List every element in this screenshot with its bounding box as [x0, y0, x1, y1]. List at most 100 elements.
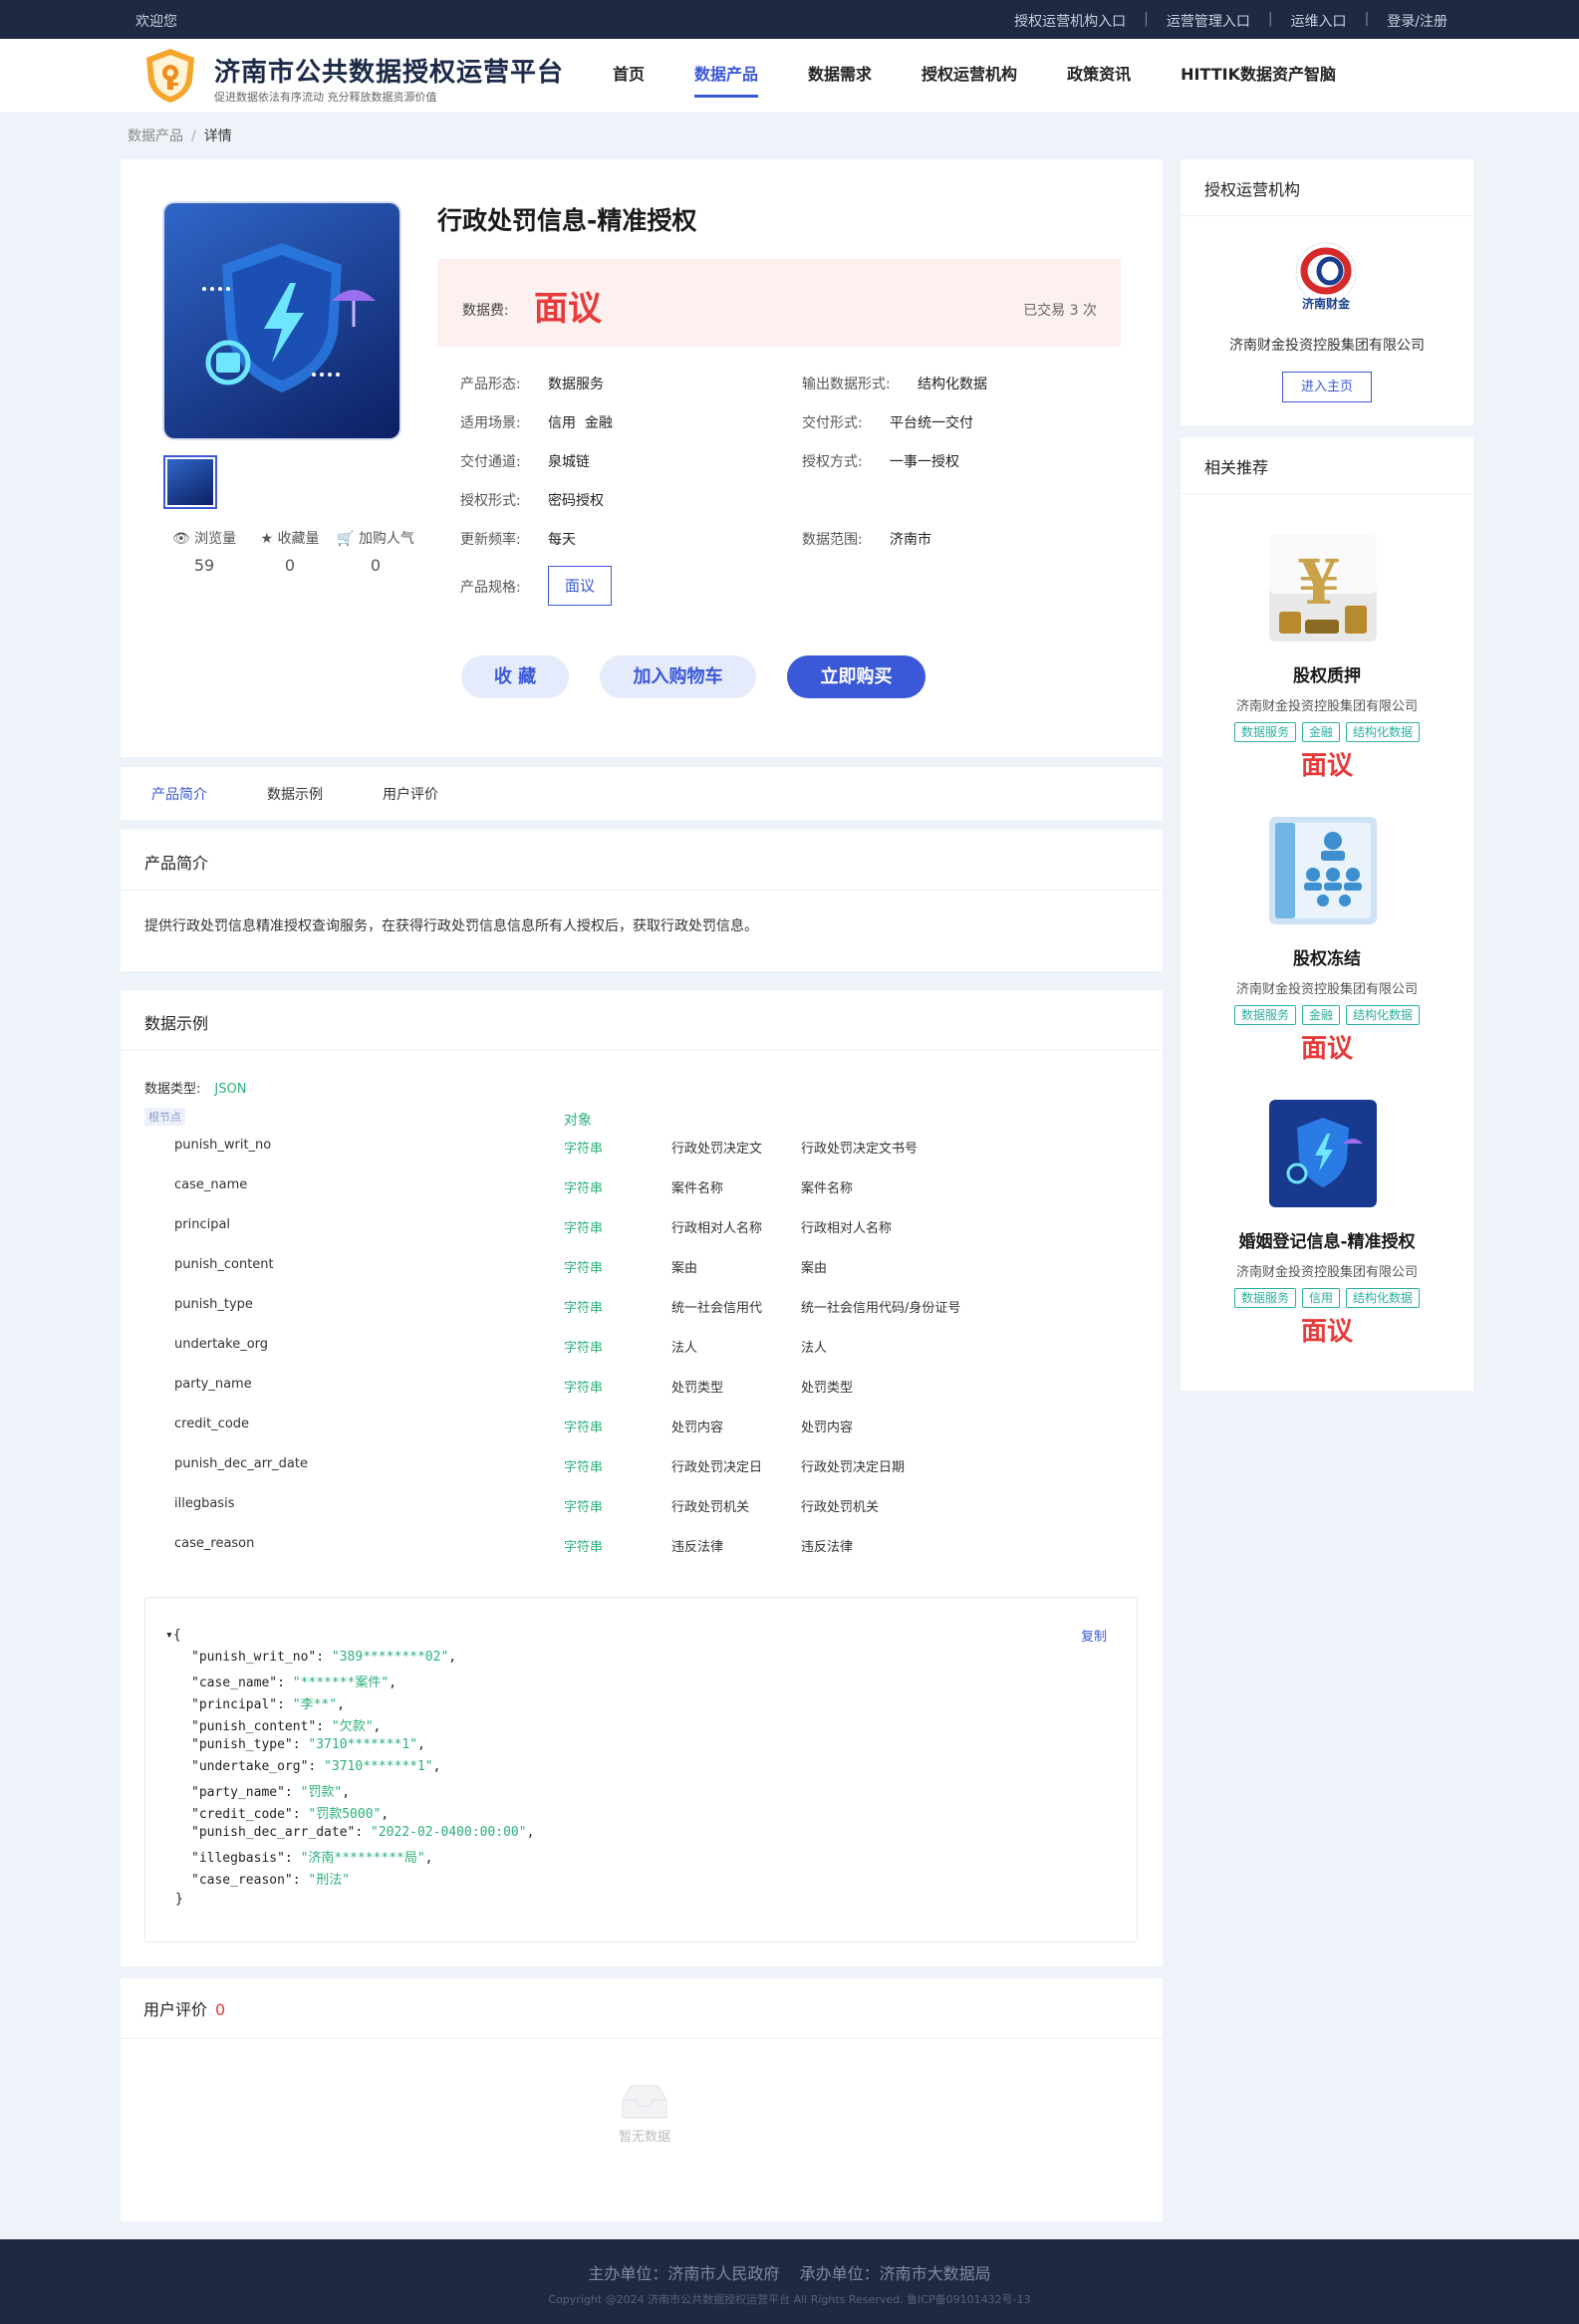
- json-key: "undertake_org":: [191, 1759, 325, 1774]
- nav-home[interactable]: 首页: [613, 39, 645, 114]
- org-logo-text: 济南财金: [1302, 296, 1351, 311]
- json-key: "punish_type":: [191, 1737, 309, 1752]
- spec-label: 输出数据形式:: [802, 377, 891, 392]
- footer-organizers: 主办单位：济南市人民政府 承办单位：济南市大数据局: [588, 2264, 991, 2283]
- product-thumbnail[interactable]: [163, 455, 217, 509]
- field-row: punish_dec_arr_date 字符串 行政处罚决定日 行政处罚决定日期: [121, 1456, 1163, 1482]
- nav-operators[interactable]: 授权运营机构: [921, 39, 1017, 114]
- field-desc: 处罚内容: [801, 1420, 854, 1435]
- tag: 结构化数据: [1346, 722, 1421, 742]
- root-node-type: 对象: [564, 1113, 592, 1129]
- spec-auth-form: 授权形式: 密码授权: [460, 490, 604, 510]
- breadcrumb-current: 详情: [203, 129, 232, 144]
- stat-views-label: 浏览量: [194, 531, 237, 547]
- json-open-line: ▾{: [165, 1628, 181, 1650]
- json-comma: ,: [448, 1650, 457, 1665]
- json-key: "case_reason":: [191, 1873, 309, 1888]
- json-value: "2022-02-0400:00:00": [371, 1825, 527, 1840]
- nav-policy-news[interactable]: 政策资讯: [1067, 39, 1131, 114]
- json-line: "undertake_org": "3710*******1",: [191, 1759, 440, 1781]
- json-value: "3710*******1": [308, 1737, 417, 1752]
- org-entry-link[interactable]: 授权运营机构入口: [996, 11, 1144, 31]
- field-name: undertake_org: [174, 1337, 269, 1352]
- footer: 主办单位：济南市人民政府 承办单位：济南市大数据局 Copyright @202…: [0, 2239, 1579, 2324]
- recommend-tags: 数据服务 金融 结构化数据: [1181, 722, 1473, 742]
- maintenance-entry-link[interactable]: 运维入口: [1273, 11, 1365, 31]
- field-name: punish_dec_arr_date: [174, 1456, 308, 1471]
- review-count: 0: [215, 2000, 226, 2019]
- intro-title: 产品简介: [144, 854, 209, 873]
- collapse-icon[interactable]: ▾: [165, 1628, 173, 1643]
- json-key: "principal":: [191, 1697, 293, 1712]
- recommend-name: 股权质押: [1293, 666, 1361, 686]
- field-short-desc: 处罚类型: [671, 1381, 724, 1396]
- field-type: 字符串: [564, 1341, 604, 1356]
- spec-label: 授权方式:: [802, 454, 863, 470]
- spec-option-negotiable[interactable]: 面议: [548, 566, 612, 606]
- json-line: "case_name": "*******案件",: [191, 1672, 396, 1693]
- json-comma: ,: [337, 1697, 345, 1712]
- divider: [121, 2038, 1163, 2039]
- spec-label: 适用场景:: [460, 415, 521, 431]
- org-logo-icon: 济南财金: [1295, 242, 1357, 311]
- divider: [1181, 215, 1473, 216]
- favorite-button[interactable]: 收 藏: [461, 655, 569, 698]
- field-type: 字符串: [564, 1301, 604, 1316]
- tag: 数据服务: [1233, 1288, 1296, 1308]
- field-row: punish_type 字符串 统一社会信用代 统一社会信用代码/身份证号: [121, 1297, 1163, 1323]
- json-comma: ,: [389, 1676, 397, 1690]
- field-row: undertake_org 字符串 法人 法人: [121, 1337, 1163, 1363]
- json-value: "欠款": [331, 1719, 374, 1734]
- ops-entry-link[interactable]: 运营管理入口: [1149, 11, 1268, 31]
- field-desc: 行政处罚机关: [801, 1500, 880, 1515]
- nav-hittik[interactable]: HITTIK数据资产智脑: [1181, 39, 1336, 114]
- login-register-link[interactable]: 登录/注册: [1369, 11, 1447, 31]
- product-card: 👁 浏览量 59 ★ 收藏量 0 🛒 加购人气 0 行政处罚信息-精准授权 数据…: [121, 159, 1163, 757]
- field-desc: 案由: [801, 1261, 828, 1276]
- tab-example[interactable]: 数据示例: [267, 784, 323, 804]
- field-type: 字符串: [564, 1142, 604, 1157]
- enter-homepage-button[interactable]: 进入主页: [1282, 372, 1372, 402]
- tab-reviews[interactable]: 用户评价: [383, 784, 438, 804]
- spec-label: 数据范围:: [802, 532, 863, 548]
- stat-cart: 🛒 加购人气 0: [335, 528, 416, 575]
- json-comma: ,: [416, 1737, 425, 1752]
- nav-data-products[interactable]: 数据产品: [694, 39, 759, 114]
- spec-label: 产品规格:: [460, 580, 521, 596]
- recommend-name: 婚姻登记信息-精准授权: [1238, 1232, 1416, 1252]
- add-to-cart-button[interactable]: 加入购物车: [600, 655, 756, 698]
- field-short-desc: 处罚内容: [671, 1420, 724, 1435]
- json-close-brace: }: [175, 1892, 183, 1907]
- field-short-desc: 违反法律: [671, 1540, 724, 1555]
- top-bar: 欢迎您 授权运营机构入口 | 运营管理入口 | 运维入口 | 登录/注册: [0, 0, 1579, 39]
- json-value: "罚款5000": [308, 1807, 382, 1822]
- welcome-text: 欢迎您: [135, 14, 177, 30]
- copy-button[interactable]: 复制: [1081, 1626, 1107, 1645]
- platform-title[interactable]: 济南市公共数据授权运营平台: [214, 52, 564, 89]
- field-row: punish_writ_no 字符串 行政处罚决定文 行政处罚决定文书号: [121, 1138, 1163, 1163]
- eye-icon: 👁: [171, 531, 190, 547]
- tab-intro[interactable]: 产品简介: [151, 784, 207, 804]
- spec-label: 交付通道:: [460, 454, 521, 470]
- field-desc: 行政相对人名称: [801, 1221, 893, 1236]
- nav-data-demand[interactable]: 数据需求: [808, 39, 872, 114]
- field-name: credit_code: [174, 1417, 250, 1431]
- json-value: "3710*******1": [324, 1759, 433, 1774]
- stat-views: 👁 浏览量 59: [163, 528, 245, 575]
- spec-label: 更新频率:: [460, 532, 521, 548]
- breadcrumb-parent[interactable]: 数据产品: [128, 129, 183, 144]
- recommend-company: 济南财金投资控股集团有限公司: [1235, 982, 1418, 997]
- data-type-value: JSON: [214, 1082, 247, 1097]
- divider: [121, 1050, 1163, 1051]
- spec-frequency: 更新频率: 每天: [460, 529, 576, 549]
- field-short-desc: 行政处罚机关: [671, 1500, 750, 1515]
- platform-logo-icon[interactable]: [142, 47, 198, 105]
- example-section: 数据示例 数据类型: JSON 根节点 对象 punish_writ_no 字符串行…: [121, 990, 1163, 1966]
- field-row: illegbasis 字符串 行政处罚机关 行政处罚机关: [121, 1496, 1163, 1522]
- product-title: 行政处罚信息-精准授权: [437, 206, 697, 235]
- spec-option-label: 产品规格:: [460, 577, 521, 597]
- buy-now-button[interactable]: 立即购买: [787, 655, 925, 698]
- divider: [121, 890, 1163, 891]
- price-label: 数据费:: [462, 303, 509, 319]
- svg-text:¥: ¥: [1297, 546, 1340, 619]
